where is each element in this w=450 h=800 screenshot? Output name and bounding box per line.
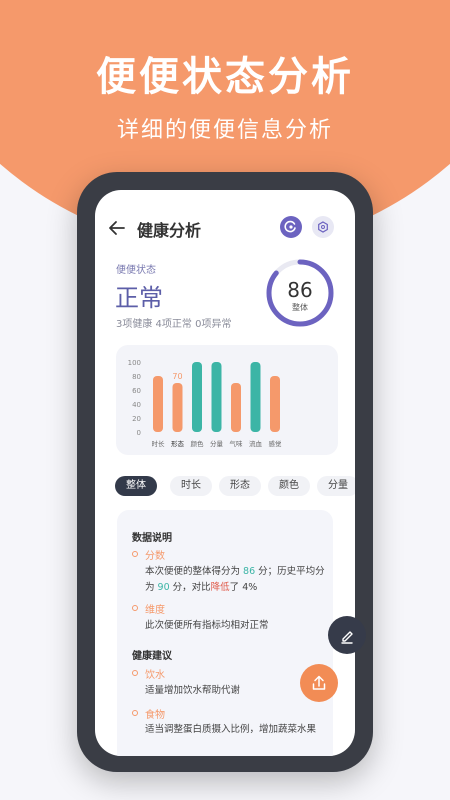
food-item-label: 食物 [145,710,165,721]
data-label: 70 [172,372,182,381]
category-chips: 整体 时长 形态 颜色 分量 [115,476,355,496]
bar-5[interactable] [250,362,261,432]
water-item-text: 适量增加饮水帮助代谢 [145,685,241,696]
chip-color[interactable]: 颜色 [268,476,310,496]
y-tick-label: 60 [132,387,141,395]
y-tick-label: 80 [132,373,141,381]
bullet-dot-icon [132,670,138,676]
y-tick-label: 0 [137,429,141,437]
status-label: 便便状态 [116,265,156,276]
x-tick-label: 颜色 [191,439,205,448]
status-value: 正常 [115,284,163,312]
score-number: 86 [287,278,313,302]
back-arrow-icon[interactable] [107,218,127,238]
x-tick-label: 时长 [152,439,166,448]
bar-3[interactable] [211,362,222,432]
share-upload-icon [312,675,326,690]
refresh-icon [284,220,296,233]
x-tick-label: 分量 [210,439,224,448]
bar-chart-card: 100 80 60 40 20 0 时长 形态 颜色 分量 气味 流血 感觉 70 [116,345,338,455]
dimension-item-text: 此次便便所有指标均相对正常 [145,620,269,631]
bar-chart: 100 80 60 40 20 0 时长 形态 颜色 分量 气味 流血 感觉 70 [128,359,283,448]
advice-section-title: 健康建议 [132,651,172,662]
share-button[interactable] [300,664,338,702]
x-tick-label: 形态 [171,439,185,448]
score-item-label: 分数 [145,551,165,562]
bullet-dot-icon [132,605,138,611]
chip-shape[interactable]: 形态 [219,476,261,496]
bullet-dot-icon [132,710,138,716]
dimension-item-label: 维度 [145,605,165,616]
x-tick-label: 流血 [249,439,263,448]
water-item-label: 饮水 [145,670,165,681]
pencil-icon [341,631,353,644]
status-summary: 3项健康 4项正常 0项异常 [116,319,232,330]
hero-title: 便便状态分析 [96,54,354,100]
hero-subtitle: 详细的便便信息分析 [116,118,333,143]
hexagon-settings-icon [318,221,328,233]
refresh-button[interactable] [280,216,302,238]
chip-amount[interactable]: 分量 [317,476,355,496]
x-tick-label: 感觉 [269,439,283,448]
bullet-dot-icon [132,551,138,557]
y-tick-label: 40 [132,401,141,409]
app-header: 健康分析 [95,216,355,240]
bar-0[interactable] [153,376,163,432]
bar-6[interactable] [270,376,280,432]
y-tick-label: 20 [132,415,141,423]
data-section-title: 数据说明 [132,533,172,544]
page-title: 健康分析 [137,221,202,240]
chip-overall[interactable]: 整体 [115,476,157,496]
score-label: 整体 [292,303,308,312]
bar-2[interactable] [192,362,202,432]
info-card: 数据说明 分数 本次便便的整体得分为 86 分；历史平均分为 90 分，对比降低… [117,510,333,756]
bar-1[interactable] [172,383,183,432]
bar-4[interactable] [231,383,241,432]
edit-button[interactable] [328,616,366,654]
score-item-text: 本次便便的整体得分为 86 分；历史平均分为 90 分，对比降低了 4% [145,566,325,593]
x-tick-label: 气味 [230,439,244,448]
chip-duration[interactable]: 时长 [170,476,212,496]
y-tick-label: 100 [128,359,141,367]
settings-button[interactable] [312,216,334,238]
food-item-text: 适当调整蛋白质摄入比例，增加蔬菜水果 [145,724,317,735]
